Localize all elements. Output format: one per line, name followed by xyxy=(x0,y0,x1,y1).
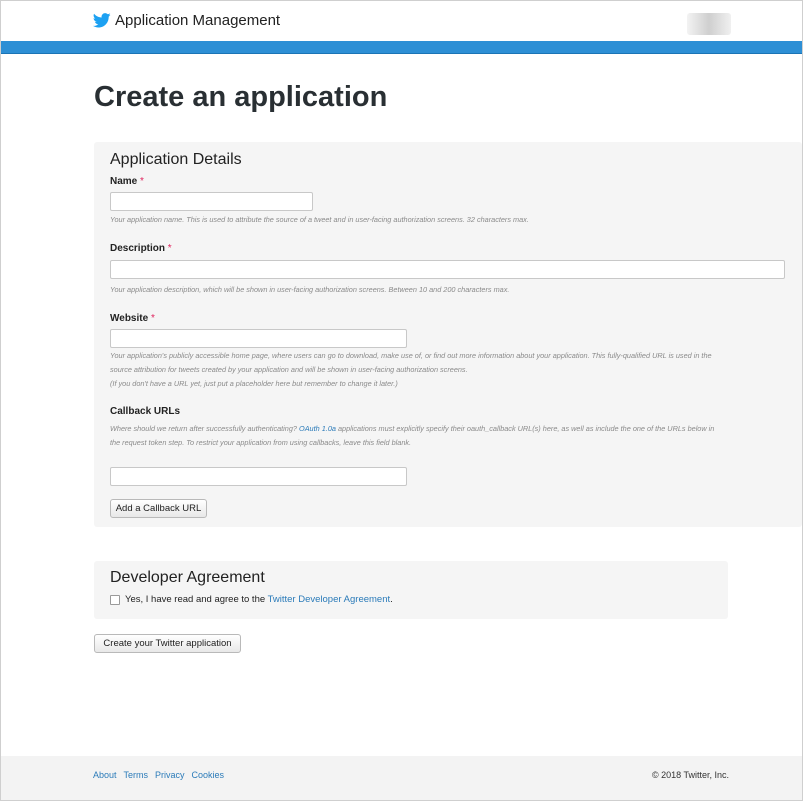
developer-agreement-panel: Developer Agreement Yes, I have read and… xyxy=(94,561,728,619)
oauth-link[interactable]: OAuth 1.0a xyxy=(299,424,336,433)
developer-agreement-link[interactable]: Twitter Developer Agreement xyxy=(268,594,391,605)
agreement-text: Yes, I have read and agree to the Twitte… xyxy=(125,594,393,605)
add-callback-url-button[interactable]: Add a Callback URL xyxy=(110,499,207,518)
description-help: Your application description, which will… xyxy=(110,285,510,294)
agreement-text-suffix: . xyxy=(390,594,393,605)
name-help: Your application name. This is used to a… xyxy=(110,215,529,224)
callback-help-part2: applications must explicitly specify the… xyxy=(335,424,715,433)
agreement-text-prefix: Yes, I have read and agree to the xyxy=(125,594,268,605)
description-label: Description * xyxy=(110,243,172,254)
top-navbar: Application Management xyxy=(1,1,802,41)
footer-link-cookies[interactable]: Cookies xyxy=(192,770,225,780)
browser-frame: Application Management Create an applica… xyxy=(0,0,803,801)
callback-help-line2: the request token step. To restrict your… xyxy=(110,438,412,447)
application-details-panel: Application Details Name * Your applicat… xyxy=(94,142,802,527)
website-input[interactable] xyxy=(110,329,407,348)
footer-link-terms[interactable]: Terms xyxy=(124,770,149,780)
description-input[interactable] xyxy=(110,260,785,279)
section-title: Application Details xyxy=(110,151,242,168)
website-help-line1: Your application's publicly accessible h… xyxy=(110,351,712,360)
accent-bar xyxy=(1,41,802,54)
name-label-text: Name xyxy=(110,176,138,187)
callback-url-input[interactable] xyxy=(110,467,407,486)
name-label: Name * xyxy=(110,176,144,187)
app-title: Application Management xyxy=(115,12,281,29)
footer: About Terms Privacy Cookies © 2018 Twitt… xyxy=(1,756,802,800)
website-help-line2: source attribution for tweets created by… xyxy=(110,365,468,374)
callback-help-line1: Where should we return after successfull… xyxy=(110,422,714,436)
description-label-text: Description xyxy=(110,243,166,254)
website-label-text: Website xyxy=(110,313,149,324)
brand[interactable]: Application Management xyxy=(93,12,280,29)
footer-link-about[interactable]: About xyxy=(93,770,117,780)
callback-label: Callback URLs xyxy=(110,406,181,417)
required-marker: * xyxy=(140,176,144,187)
create-application-button[interactable]: Create your Twitter application xyxy=(94,634,241,653)
name-input[interactable] xyxy=(110,192,313,211)
copyright: © 2018 Twitter, Inc. xyxy=(652,770,730,780)
website-label: Website * xyxy=(110,313,155,324)
footer-link-privacy[interactable]: Privacy xyxy=(155,770,185,780)
avatar[interactable] xyxy=(687,13,731,35)
required-marker: * xyxy=(167,243,172,254)
footer-links: About Terms Privacy Cookies xyxy=(93,770,224,780)
callback-help-part1: Where should we return after successfull… xyxy=(110,424,300,433)
twitter-bird-icon xyxy=(93,13,111,28)
agreement-title: Developer Agreement xyxy=(110,569,265,586)
agreement-row: Yes, I have read and agree to the Twitte… xyxy=(110,594,393,605)
required-marker: * xyxy=(150,313,155,324)
page-title: Create an application xyxy=(94,81,388,113)
agreement-checkbox[interactable] xyxy=(110,594,120,605)
website-help-line3: (If you don't have a URL yet, just put a… xyxy=(110,379,398,388)
